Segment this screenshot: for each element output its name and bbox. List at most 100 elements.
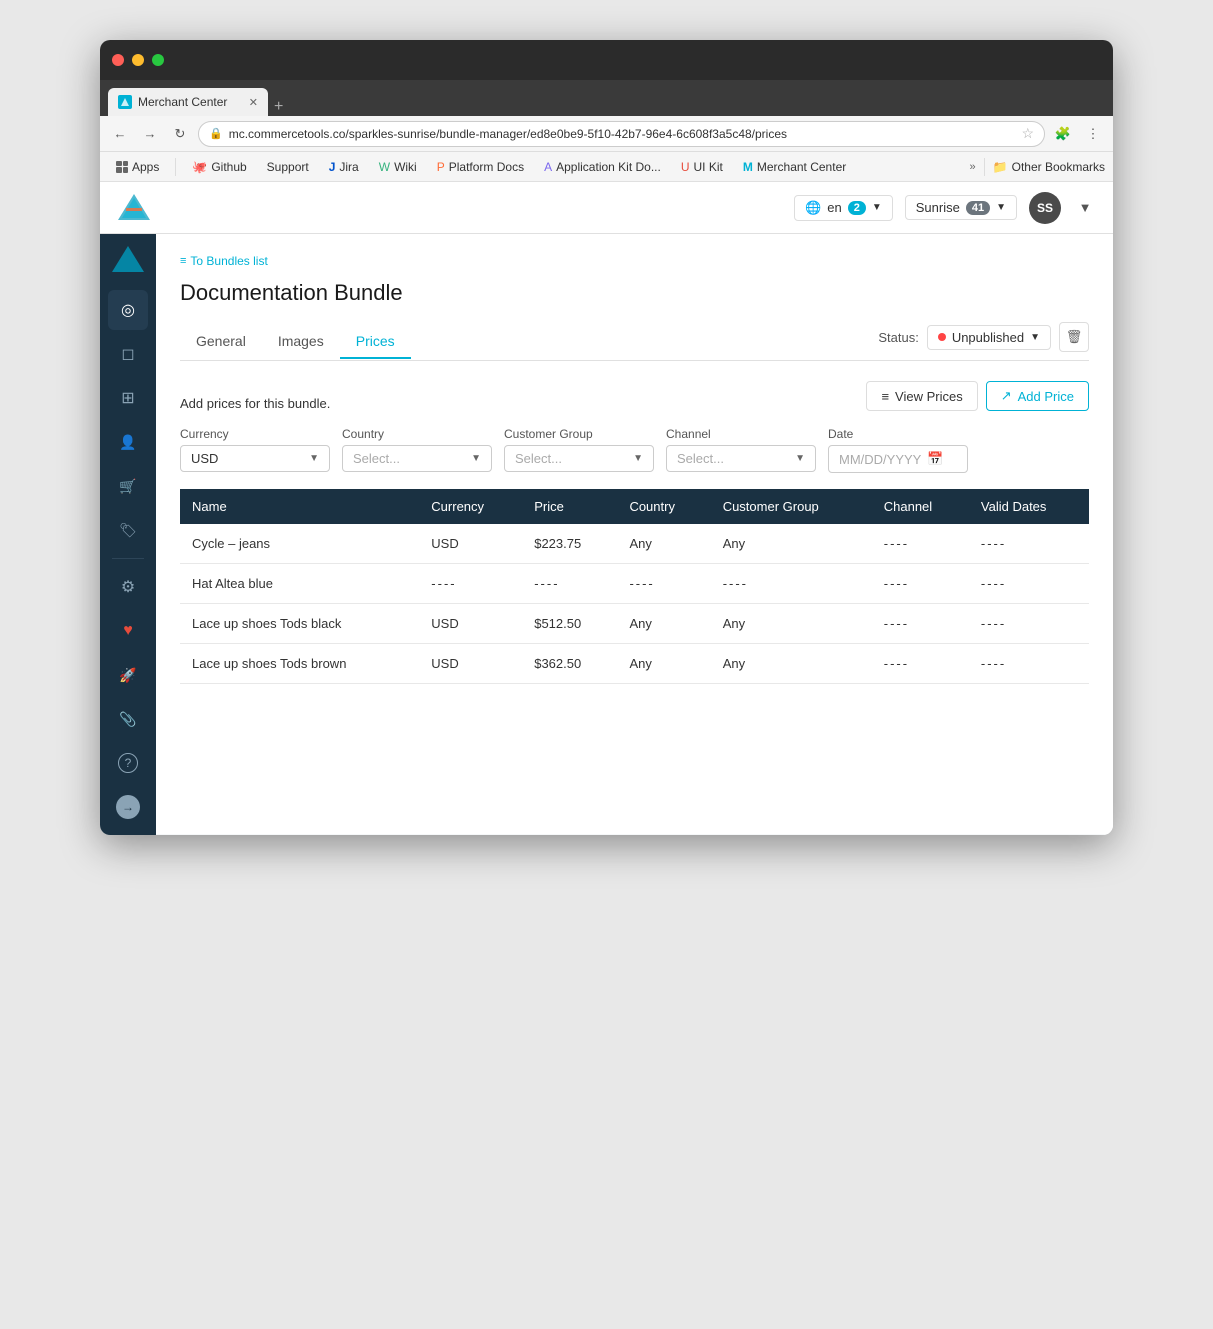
platform-docs-icon: P (437, 160, 445, 174)
table-row[interactable]: Cycle – jeansUSD$223.75AnyAny-------- (180, 524, 1089, 564)
other-bookmarks-label: Other Bookmarks (1012, 160, 1105, 174)
project-name: Sunrise (916, 200, 960, 215)
back-button[interactable]: ← (108, 122, 132, 146)
cell-currency: USD (419, 524, 522, 564)
country-selector[interactable]: Select... ▼ (342, 445, 492, 472)
bookmark-mc-label: Merchant Center (757, 160, 846, 174)
sidebar-item-products[interactable]: ◻ (108, 334, 148, 374)
filter-description: Add prices for this bundle. (180, 396, 330, 411)
col-name: Name (180, 489, 419, 524)
cell-channel: ---- (872, 604, 969, 644)
date-placeholder: MM/DD/YYYY (839, 452, 921, 467)
cell-currency: ---- (419, 564, 522, 604)
content-wrapper: ≡ To Bundles list Documentation Bundle G… (156, 234, 1113, 834)
page-title: Documentation Bundle (180, 280, 1089, 306)
app-layout: ◎ ◻ ⊞ 👤 🛒 🏷 ⚙ ♥ (100, 234, 1113, 835)
table-row[interactable]: Lace up shoes Tods brownUSD$362.50AnyAny… (180, 644, 1089, 684)
add-price-button[interactable]: ↗ Add Price (986, 381, 1089, 411)
bookmark-platform-docs-label: Platform Docs (449, 160, 524, 174)
sidebar-item-marketing[interactable]: 🏷 (108, 510, 148, 550)
sidebar-item-settings[interactable]: ⚙ (108, 567, 148, 607)
cell-name: Lace up shoes Tods black (180, 604, 419, 644)
menu-button[interactable]: ⋮ (1081, 122, 1105, 146)
calendar-icon: 📅 (927, 451, 943, 467)
country-filter-group: Country Select... ▼ (342, 427, 492, 473)
sidebar-item-customize[interactable]: ⊞ (108, 378, 148, 418)
browser-tab-bar: Merchant Center ✕ + (100, 80, 1113, 116)
traffic-light-green[interactable] (152, 54, 164, 66)
bookmark-app-kit[interactable]: A Application Kit Do... (536, 158, 669, 176)
other-bookmarks-divider (984, 158, 985, 176)
github-icon: 🐙 (192, 160, 207, 174)
table-row[interactable]: Hat Altea blue------------------------ (180, 564, 1089, 604)
sidebar-item-help[interactable]: ? (108, 743, 148, 783)
breadcrumb[interactable]: ≡ To Bundles list (180, 254, 1089, 268)
delete-button[interactable]: 🗑 (1059, 322, 1089, 352)
traffic-light-yellow[interactable] (132, 54, 144, 66)
bookmark-star-icon[interactable]: ☆ (1021, 125, 1034, 142)
more-bookmarks-button[interactable]: » (970, 161, 976, 173)
table-row[interactable]: Lace up shoes Tods blackUSD$512.50AnyAny… (180, 604, 1089, 644)
status-value: Unpublished (952, 330, 1024, 345)
cell-country: Any (617, 604, 710, 644)
bookmark-divider (175, 158, 176, 176)
sidebar-item-paperclip[interactable]: 📎 (108, 699, 148, 739)
bookmark-platform-docs[interactable]: P Platform Docs (429, 158, 532, 176)
bookmark-github[interactable]: 🐙 Github (184, 158, 254, 176)
project-selector[interactable]: Sunrise 41 ▼ (905, 195, 1017, 220)
currency-selector[interactable]: USD ▼ (180, 445, 330, 472)
status-selector[interactable]: Unpublished ▼ (927, 325, 1051, 350)
browser-nav: ← → ↻ 🔒 mc.commercetools.co/sparkles-sun… (100, 116, 1113, 152)
bookmark-wiki[interactable]: W Wiki (371, 158, 425, 176)
customer-group-filter-group: Customer Group Select... ▼ (504, 427, 654, 473)
bookmark-ui-kit[interactable]: U UI Kit (673, 158, 731, 176)
bookmark-merchant-center[interactable]: M Merchant Center (735, 158, 854, 176)
new-tab-button[interactable]: + (274, 98, 283, 116)
traffic-light-red[interactable] (112, 54, 124, 66)
sidebar-item-launch[interactable]: 🚀 (108, 655, 148, 695)
date-input[interactable]: MM/DD/YYYY 📅 (828, 445, 968, 473)
apps-grid-icon (116, 161, 128, 173)
sidebar-item-customers[interactable]: 👤 (108, 422, 148, 462)
view-prices-button[interactable]: ≡ View Prices (866, 381, 977, 411)
url-text: mc.commercetools.co/sparkles-sunrise/bun… (229, 127, 1016, 141)
rocket-icon: 🚀 (119, 667, 136, 684)
cell-customer-group: ---- (711, 564, 872, 604)
bookmark-jira[interactable]: J Jira (321, 158, 367, 176)
extensions-button[interactable]: 🧩 (1051, 122, 1075, 146)
user-avatar[interactable]: SS (1029, 192, 1061, 224)
channel-selector[interactable]: Select... ▼ (666, 445, 816, 472)
lang-chevron-icon: ▼ (872, 202, 882, 213)
tab-general[interactable]: General (180, 325, 262, 359)
reload-button[interactable]: ↻ (168, 122, 192, 146)
sidebar-item-dashboard[interactable]: ◎ (108, 290, 148, 330)
status-dot (938, 333, 946, 341)
col-valid-dates: Valid Dates (969, 489, 1089, 524)
bookmark-support[interactable]: Support (259, 158, 317, 176)
customer-group-selector[interactable]: Select... ▼ (504, 445, 654, 472)
tab-close-button[interactable]: ✕ (249, 96, 258, 109)
tab-prices[interactable]: Prices (340, 325, 411, 359)
main-content: ≡ To Bundles list Documentation Bundle G… (156, 234, 1113, 835)
language-selector[interactable]: 🌐 en 2 ▼ (794, 195, 893, 221)
browser-tab-active[interactable]: Merchant Center ✕ (108, 88, 268, 116)
bookmark-apps[interactable]: Apps (108, 158, 167, 176)
cell-currency: USD (419, 644, 522, 684)
cell-customer-group: Any (711, 644, 872, 684)
col-customer-group: Customer Group (711, 489, 872, 524)
other-bookmarks[interactable]: 📁 Other Bookmarks (993, 160, 1105, 174)
sidebar-item-heart[interactable]: ♥ (108, 611, 148, 651)
tab-images[interactable]: Images (262, 325, 340, 359)
trash-icon: 🗑 (1066, 329, 1083, 345)
header-menu-button[interactable]: ▼ (1073, 196, 1097, 220)
cell-channel: ---- (872, 524, 969, 564)
sidebar-item-forward[interactable]: → (108, 787, 148, 827)
forward-button[interactable]: → (138, 122, 162, 146)
mc-icon: M (743, 160, 753, 174)
cell-price: $223.75 (522, 524, 617, 564)
bookmark-app-kit-label: Application Kit Do... (556, 160, 661, 174)
sidebar-item-orders[interactable]: 🛒 (108, 466, 148, 506)
cell-valid-dates: ---- (969, 524, 1089, 564)
address-bar[interactable]: 🔒 mc.commercetools.co/sparkles-sunrise/b… (198, 121, 1045, 147)
ui-kit-icon: U (681, 160, 690, 174)
